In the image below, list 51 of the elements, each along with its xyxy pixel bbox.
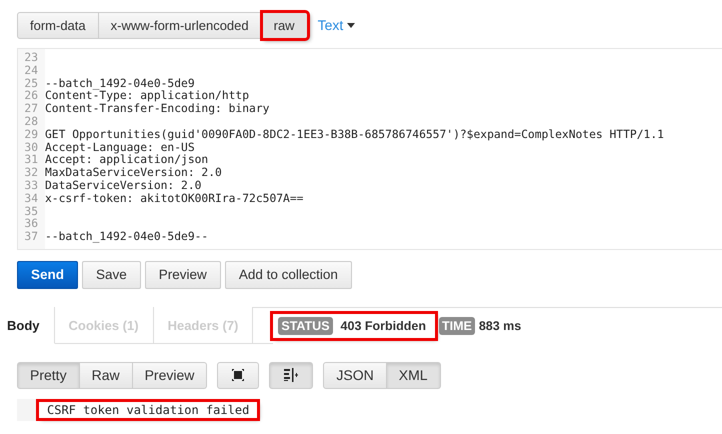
code-line: Accept: application/json bbox=[45, 154, 208, 167]
line-number: 37 bbox=[23, 231, 39, 244]
status-value: 403 Forbidden bbox=[340, 318, 426, 333]
line-number: 25 bbox=[23, 78, 39, 90]
code-line: Content-Type: application/http bbox=[45, 90, 250, 103]
format-button[interactable]: JSON bbox=[323, 362, 387, 389]
line-number-gutter bbox=[17, 398, 37, 421]
action-button[interactable]: Preview bbox=[144, 260, 221, 289]
code-line: GET Opportunities(guid'0090FA0D-8DC2-1EE3-B38B-685786746557')?$expand=ComplexNotes HTTP/1.1 bbox=[45, 128, 664, 142]
line-number: 27 bbox=[23, 103, 39, 116]
line-number: 28 bbox=[23, 116, 39, 129]
wrap-lines-button[interactable] bbox=[269, 362, 314, 389]
line-number: 29 bbox=[23, 128, 39, 142]
action-button[interactable]: Send bbox=[17, 260, 78, 289]
code-line: --batch_1492-04e0-5de9 bbox=[45, 78, 195, 90]
action-button[interactable]: Add to collection bbox=[224, 260, 352, 289]
line-number: 34 bbox=[23, 192, 39, 206]
body-mode-tab[interactable]: raw bbox=[262, 12, 308, 38]
fullscreen-icon bbox=[232, 369, 244, 382]
line-number: 31 bbox=[23, 154, 39, 168]
status-label: STATUS bbox=[278, 316, 333, 335]
code-editor[interactable] bbox=[17, 48, 722, 250]
text-format-dropdown[interactable]: Text bbox=[314, 17, 360, 33]
result-line: CSRF token validation failed bbox=[39, 402, 258, 418]
body-mode-tab[interactable]: form-data bbox=[17, 12, 99, 38]
code-line: MaxDataServiceVersion: 2.0 bbox=[45, 167, 222, 180]
code-line: DataServiceVersion: 2.0 bbox=[45, 180, 202, 193]
body-mode-tab[interactable]: x-www-form-urlencoded bbox=[98, 12, 262, 38]
fullscreen-button[interactable] bbox=[217, 362, 260, 389]
time-value: 883 ms bbox=[478, 318, 522, 333]
line-number: 30 bbox=[23, 142, 39, 154]
code-line: Accept-Language: en-US bbox=[45, 142, 195, 154]
view-mode-button[interactable]: Pretty bbox=[17, 362, 80, 389]
line-number: 32 bbox=[23, 167, 39, 180]
line-number: 33 bbox=[23, 180, 39, 193]
format-button[interactable]: XML bbox=[386, 362, 441, 389]
caret-icon bbox=[347, 22, 356, 28]
line-number: 24 bbox=[23, 64, 39, 78]
line-number: 36 bbox=[23, 218, 39, 232]
response-tab[interactable]: Body bbox=[0, 307, 54, 344]
view-mode-button[interactable]: Raw bbox=[80, 362, 133, 389]
time-label: TIME bbox=[438, 316, 475, 335]
line-number: 26 bbox=[23, 90, 39, 104]
action-button[interactable]: Save bbox=[82, 260, 141, 289]
line-number: 35 bbox=[23, 206, 39, 218]
align-left-icon bbox=[284, 368, 298, 382]
line-number: 23 bbox=[23, 52, 39, 65]
code-line: --batch_1492-04e0-5de9-- bbox=[45, 231, 208, 244]
view-mode-button[interactable]: Preview bbox=[132, 362, 208, 389]
code-line: x-csrf-token: akitotOK00RIra-72c507A== bbox=[45, 192, 304, 206]
code-line: Content-Transfer-Encoding: binary bbox=[45, 103, 270, 116]
